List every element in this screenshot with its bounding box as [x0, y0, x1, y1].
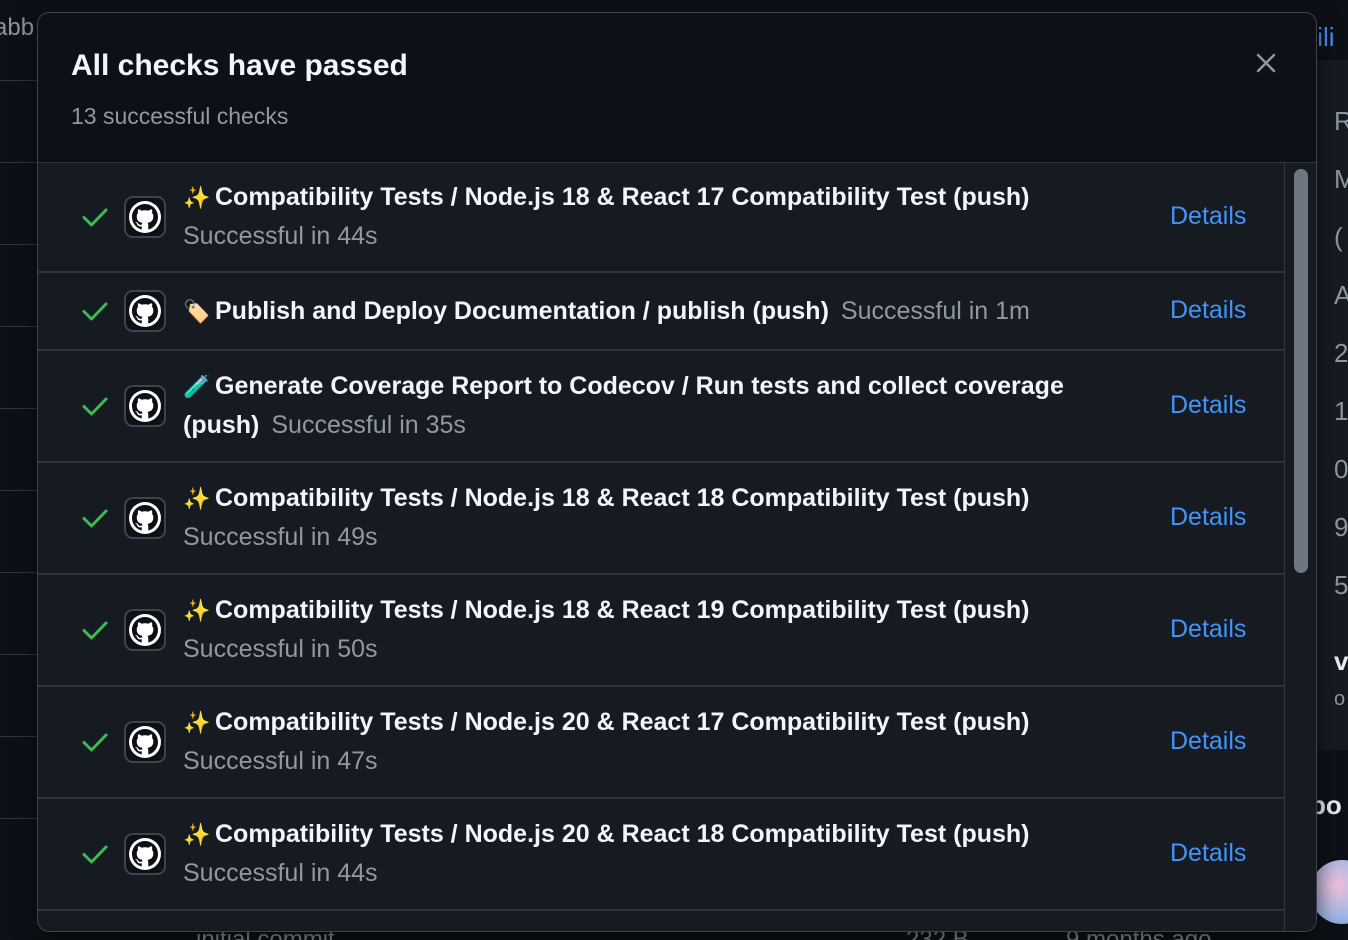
check-row: ✨ Compatibility Tests / Node.js 18 & Reac… — [38, 575, 1284, 687]
sidebar-fragment: 5 — [1334, 570, 1348, 600]
background-left-column: abb — [0, 0, 40, 940]
details-link[interactable]: Details — [1170, 391, 1246, 420]
close-button[interactable] — [1248, 45, 1284, 81]
scrollbar[interactable] — [1284, 163, 1316, 931]
check-icon — [80, 615, 110, 645]
check-row: ✨ Compatibility Tests / Node.js 20 & Reac… — [38, 799, 1284, 911]
sidebar-fragment: ( — [1334, 222, 1343, 252]
details-link[interactable]: Details — [1170, 503, 1246, 532]
divider — [0, 162, 40, 163]
check-status: Successful in 44s — [183, 222, 378, 250]
check-text: ✨ Compatibility Tests / Node.js 18 & Reac… — [183, 479, 1123, 557]
sidebar-fragment: 0 — [1334, 454, 1348, 484]
x-icon — [1256, 53, 1276, 73]
check-status: Successful in 49s — [183, 523, 378, 551]
divider — [0, 80, 40, 81]
check-emoji: ✨ — [183, 598, 211, 623]
details-link[interactable]: Details — [1170, 727, 1246, 756]
divider — [0, 736, 40, 737]
check-name: Compatibility Tests / Node.js 20 & React… — [215, 820, 1030, 848]
sidebar-fragment: 1 — [1334, 396, 1348, 426]
github-icon — [124, 497, 166, 539]
check-icon — [80, 839, 110, 869]
check-name: Compatibility Tests / Node.js 18 & React… — [215, 484, 1030, 512]
check-text: ✨ Compatibility Tests / Node.js 20 & Reac… — [183, 815, 1123, 893]
divider — [0, 408, 40, 409]
check-text: ✨ Compatibility Tests / Node.js 18 & Reac… — [183, 178, 1123, 256]
check-name: Compatibility Tests / Node.js 18 & React… — [215, 596, 1030, 624]
check-text: 🏷️ Publish and Deploy Documentation / pub… — [183, 292, 1123, 331]
sidebar-fragment: 2 — [1334, 338, 1348, 368]
check-icon — [80, 296, 110, 326]
check-row: 🧪 Generate Coverage Report to Codecov / R… — [38, 351, 1284, 463]
check-status: Successful in 1m — [840, 296, 1030, 325]
check-status: Successful in 35s — [271, 411, 466, 439]
check-row: 🏷️ Publish and Deploy Documentation / pub… — [38, 273, 1284, 351]
check-emoji: ✨ — [183, 185, 211, 210]
github-icon — [124, 196, 166, 238]
details-link[interactable]: Details — [1170, 202, 1246, 231]
sidebar-fragment: A — [1334, 280, 1348, 310]
check-name: Publish and Deploy Documentation / publi… — [215, 296, 829, 325]
sidebar-fragment: 9 — [1334, 512, 1348, 542]
background-left-fragment: abb — [0, 14, 34, 41]
details-link[interactable]: Details — [1170, 296, 1246, 325]
check-emoji: 🧪 — [183, 374, 211, 399]
check-icon — [80, 391, 110, 421]
check-row: ✨ Compatibility Tests / Node.js 18 & Reac… — [38, 463, 1284, 575]
github-icon — [124, 290, 166, 332]
details-link[interactable]: Details — [1170, 839, 1246, 868]
divider — [0, 654, 40, 655]
divider — [0, 326, 40, 327]
check-status: Successful in 47s — [183, 747, 378, 775]
github-icon — [124, 721, 166, 763]
sidebar-fragment: v — [1334, 646, 1348, 676]
divider — [0, 818, 40, 819]
check-emoji: ✨ — [183, 486, 211, 511]
github-icon — [124, 833, 166, 875]
divider — [0, 490, 40, 491]
github-icon — [124, 609, 166, 651]
dialog-header: All checks have passed 13 successful che… — [38, 13, 1316, 163]
check-emoji: 🏷️ — [183, 298, 211, 324]
github-icon — [124, 385, 166, 427]
checks-list: ✨ Compatibility Tests / Node.js 18 & Reac… — [38, 163, 1284, 931]
check-name: Compatibility Tests / Node.js 18 & React… — [215, 183, 1030, 211]
check-emoji: ✨ — [183, 710, 211, 735]
check-status: Successful in 44s — [183, 859, 378, 887]
divider — [0, 244, 40, 245]
check-icon — [80, 727, 110, 757]
check-icon — [80, 202, 110, 232]
sidebar-fragment: o — [1334, 688, 1346, 710]
check-status: Successful in 50s — [183, 635, 378, 663]
checks-dialog: All checks have passed 13 successful che… — [37, 12, 1317, 932]
sidebar-fragment: M — [1334, 164, 1348, 194]
check-row: ✨ Compatibility Tests / Node.js 18 & Reac… — [38, 163, 1284, 273]
details-link[interactable]: Details — [1170, 615, 1246, 644]
check-icon — [80, 503, 110, 533]
check-text: ✨ Compatibility Tests / Node.js 20 & Reac… — [183, 703, 1123, 781]
scrollbar-thumb[interactable] — [1294, 169, 1308, 573]
divider — [0, 572, 40, 573]
dialog-subtitle: 13 successful checks — [71, 103, 289, 129]
dialog-title: All checks have passed — [71, 49, 408, 82]
check-text: ✨ Compatibility Tests / Node.js 18 & Reac… — [183, 591, 1123, 669]
check-row: ✨ Compatibility Tests / Node.js 20 & Reac… — [38, 687, 1284, 799]
check-text: 🧪 Generate Coverage Report to Codecov / R… — [183, 367, 1123, 445]
sidebar-fragment: R — [1334, 106, 1348, 136]
check-emoji: ✨ — [183, 822, 211, 847]
check-name: Compatibility Tests / Node.js 20 & React… — [215, 708, 1030, 736]
